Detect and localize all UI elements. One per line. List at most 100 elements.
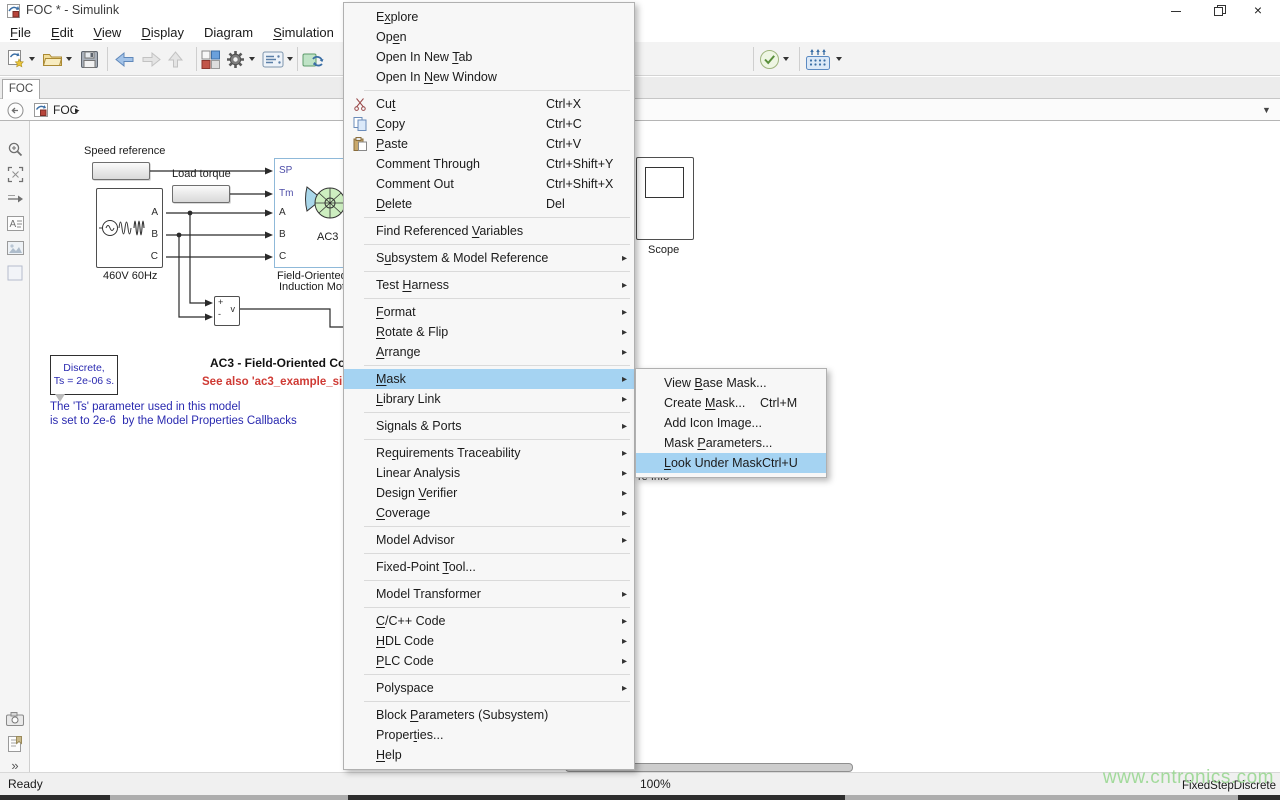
powergui-line1: Discrete, [51, 362, 117, 375]
menu-item-hdl-code[interactable]: HDL Code▸ [344, 631, 634, 651]
status-zoom: 100% [640, 777, 671, 791]
speed-reference-block[interactable] [92, 162, 150, 180]
build-icon[interactable] [805, 46, 842, 72]
simulink-app-icon [5, 3, 21, 24]
library-browser-icon[interactable] [201, 46, 220, 72]
submenu-arrow-icon: ▸ [622, 421, 627, 432]
menu-item-test-harness[interactable]: Test Harness▸ [344, 275, 634, 295]
menu-item-comment-through[interactable]: Comment ThroughCtrl+Shift+Y [344, 154, 634, 174]
zoom-icon[interactable] [5, 139, 25, 159]
menu-item-open-in-new-tab[interactable]: Open In New Tab [344, 47, 634, 67]
menu-edit[interactable]: Edit [41, 23, 83, 42]
submenu-arrow-icon: ▸ [622, 307, 627, 318]
window-title: FOC * - Simulink [26, 3, 119, 17]
menu-item-design-verifier[interactable]: Design Verifier▸ [344, 483, 634, 503]
menu-item-open-in-new-window[interactable]: Open In New Window [344, 67, 634, 87]
restore-button[interactable] [1198, 0, 1238, 22]
menu-item-coverage[interactable]: Coverage▸ [344, 503, 634, 523]
menu-item-delete[interactable]: DeleteDel [344, 194, 634, 214]
menu-item-open[interactable]: Open [344, 27, 634, 47]
status-bar: Ready 100% FixedStepDiscrete [0, 772, 1280, 795]
menu-item-polyspace[interactable]: Polyspace▸ [344, 678, 634, 698]
menu-item-requirements-traceability[interactable]: Requirements Traceability▸ [344, 443, 634, 463]
tab-bar: FOC [0, 77, 1280, 99]
menu-item-comment-out[interactable]: Comment OutCtrl+Shift+X [344, 174, 634, 194]
scope-screen [645, 167, 684, 198]
menu-item-find-referenced-variables[interactable]: Find Referenced Variables [344, 221, 634, 241]
annotation-see-also: See also 'ac3_example_simplif [202, 376, 343, 388]
menu-item-signals-ports[interactable]: Signals & Ports▸ [344, 416, 634, 436]
menu-simulation[interactable]: Simulation [263, 23, 344, 42]
ac3-motor-drive-block[interactable]: SP Tm A B C AC3 [274, 158, 350, 268]
image-icon[interactable] [5, 238, 25, 258]
annotation-ts-2: is set to 2e-6 by the Model Properties C… [50, 415, 297, 427]
close-button[interactable]: × [1238, 0, 1278, 22]
menu-file[interactable]: File [0, 23, 41, 42]
forward-icon [140, 46, 162, 72]
shortcut-label: Ctrl+Shift+X [546, 177, 626, 191]
submenu-arrow-icon: ▸ [622, 468, 627, 479]
signal-arrow-icon[interactable] [5, 189, 25, 209]
menu-item-paste[interactable]: PasteCtrl+V [344, 134, 634, 154]
open-icon[interactable] [42, 46, 72, 72]
menu-item-plc-code[interactable]: PLC Code▸ [344, 651, 634, 671]
voltage-measurement-block[interactable]: + - v [214, 296, 240, 326]
fit-view-icon[interactable] [5, 164, 25, 184]
model-config-icon[interactable] [262, 46, 293, 72]
menu-display[interactable]: Display [131, 23, 194, 42]
powergui-block[interactable]: Discrete, Ts = 2e-06 s. [50, 355, 118, 395]
viewmarks-icon[interactable] [5, 734, 25, 754]
settings-gear-icon[interactable] [225, 46, 255, 72]
shortcut-label: Del [546, 197, 626, 211]
submenu-arrow-icon: ▸ [622, 508, 627, 519]
menu-item-arrange[interactable]: Arrange▸ [344, 342, 634, 362]
submenu-arrow-icon: ▸ [622, 683, 627, 694]
menu-item-model-transformer[interactable]: Model Transformer▸ [344, 584, 634, 604]
menu-item-mask[interactable]: Mask▸ [344, 369, 634, 389]
back-icon[interactable] [114, 46, 136, 72]
menu-item-look-under-mask[interactable]: Look Under MaskCtrl+U [636, 453, 826, 473]
submenu-arrow-icon: ▸ [622, 636, 627, 647]
menu-view[interactable]: View [83, 23, 131, 42]
ac3-caption-2: Induction Moto [279, 281, 343, 293]
menu-item-help[interactable]: Help [344, 745, 634, 765]
breadcrumb-dropdown-icon[interactable]: ▼ [1262, 105, 1271, 115]
menu-item-linear-analysis[interactable]: Linear Analysis▸ [344, 463, 634, 483]
menu-item-block-parameters-subsystem[interactable]: Block Parameters (Subsystem) [344, 705, 634, 725]
load-torque-block[interactable] [172, 185, 230, 203]
camera-icon[interactable] [5, 709, 25, 729]
scope-block[interactable] [636, 157, 694, 240]
menu-item-fixed-point-tool[interactable]: Fixed-Point Tool... [344, 557, 634, 577]
three-phase-source-block[interactable]: A B C [96, 188, 163, 268]
minimize-button[interactable] [1156, 0, 1196, 22]
bottom-strip [0, 795, 1280, 800]
menu-item-view-base-mask[interactable]: View Base Mask... [636, 373, 826, 393]
menu-item-c-c-code[interactable]: C/C++ Code▸ [344, 611, 634, 631]
run-check-icon[interactable] [759, 46, 789, 72]
menu-item-model-advisor[interactable]: Model Advisor▸ [344, 530, 634, 550]
submenu-arrow-icon: ▸ [622, 253, 627, 264]
area-icon[interactable] [5, 263, 25, 283]
annotation-icon[interactable]: A [5, 213, 25, 233]
menu-item-explore[interactable]: Explore [344, 7, 634, 27]
menu-diagram[interactable]: Diagram [194, 23, 263, 42]
update-diagram-icon[interactable] [302, 46, 326, 72]
menu-item-properties[interactable]: Properties... [344, 725, 634, 745]
menu-item-format[interactable]: Format▸ [344, 302, 634, 322]
menu-item-create-mask[interactable]: Create Mask...Ctrl+M [636, 393, 826, 413]
menu-item-add-icon-image[interactable]: Add Icon Image... [636, 413, 826, 433]
menu-bar: FileEditViewDisplayDiagramSimulationAnal… [0, 22, 1280, 42]
save-icon[interactable] [80, 46, 99, 72]
mask-submenu: View Base Mask...Create Mask...Ctrl+MAdd… [635, 368, 827, 478]
menu-item-rotate-flip[interactable]: Rotate & Flip▸ [344, 322, 634, 342]
submenu-arrow-icon: ▸ [622, 374, 627, 385]
menu-item-cut[interactable]: CutCtrl+X [344, 94, 634, 114]
tab-foc[interactable]: FOC [2, 79, 40, 99]
menu-item-mask-parameters[interactable]: Mask Parameters... [636, 433, 826, 453]
menu-item-subsystem-model-reference[interactable]: Subsystem & Model Reference▸ [344, 248, 634, 268]
menu-item-copy[interactable]: CopyCtrl+C [344, 114, 634, 134]
status-solver[interactable]: FixedStepDiscrete [1182, 780, 1276, 792]
ac-source-icon [98, 190, 150, 266]
menu-item-library-link[interactable]: Library Link▸ [344, 389, 634, 409]
new-model-icon[interactable] [6, 46, 35, 72]
